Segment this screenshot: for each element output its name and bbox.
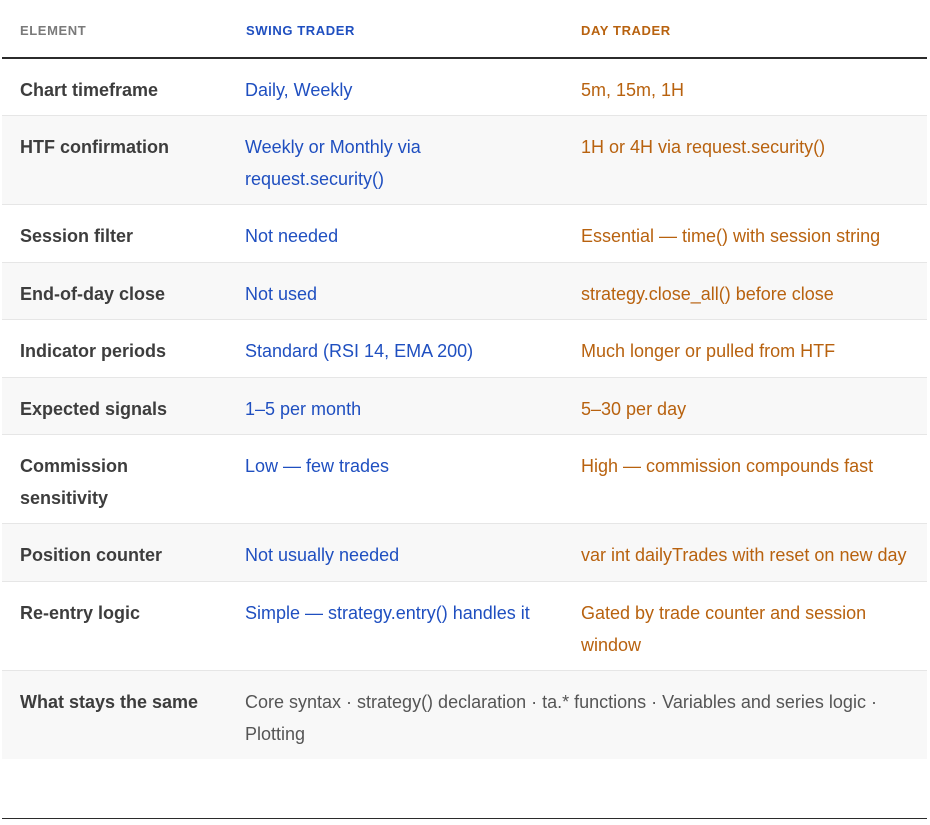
row-element-label: Position counter [20, 545, 163, 565]
row-element-label: Session filter [20, 226, 134, 246]
bottom-divider [2, 818, 927, 819]
row-swing-value: Low — few trades [245, 456, 390, 476]
table-row: Re-entry logic Simple — strategy.entry()… [2, 582, 927, 671]
row-swing-value: Standard (RSI 14, EMA 200) [245, 341, 474, 361]
row-element-label: End-of-day close [20, 284, 166, 304]
row-element-label: Expected signals [20, 399, 168, 419]
header-element: ELEMENT [20, 23, 87, 38]
header-swing-trader: SWING TRADER [246, 23, 356, 38]
table-row: Position counter Not usually needed var … [2, 524, 927, 582]
row-day-value: var int dailyTrades with reset on new da… [581, 545, 907, 565]
row-element-label: Commission sensitivity [20, 456, 129, 508]
row-swing-value: Not needed [245, 226, 339, 246]
table-row: Commission sensitivity Low — few trades … [2, 435, 927, 524]
comparison-table: ELEMENT SWING TRADER DAY TRADER Chart ti… [2, 0, 927, 759]
table-row: Session filter Not needed Essential — ti… [2, 205, 927, 263]
header-day-trader: DAY TRADER [581, 23, 671, 38]
table-row: Indicator periods Standard (RSI 14, EMA … [2, 320, 927, 378]
row-element-label: Indicator periods [20, 341, 167, 361]
row-day-value: Much longer or pulled from HTF [581, 341, 836, 361]
row-swing-value: Simple — strategy.entry() handles it [245, 603, 530, 623]
row-day-value: High — commission compounds fast [581, 456, 874, 476]
row-day-value: Gated by trade counter and session windo… [581, 603, 867, 655]
row-element-label: HTF confirmation [20, 137, 169, 157]
row-day-value: 5–30 per day [581, 399, 687, 419]
row-day-value: Essential — time() with session string [581, 226, 881, 246]
row-day-value: 1H or 4H via request.security() [581, 137, 826, 157]
row-swing-value: 1–5 per month [245, 399, 362, 419]
row-swing-value: Weekly or Monthly via request.security() [245, 137, 421, 189]
table-row: Expected signals 1–5 per month 5–30 per … [2, 378, 927, 435]
row-element-label: Chart timeframe [20, 80, 159, 100]
row-element-label: What stays the same [20, 692, 199, 712]
table-row: HTF confirmation Weekly or Monthly via r… [2, 116, 927, 205]
row-swing-value: Daily, Weekly [245, 80, 353, 100]
table-row: End-of-day close Not used strategy.close… [2, 263, 927, 320]
row-swing-value: Not used [245, 284, 318, 304]
table-header: ELEMENT SWING TRADER DAY TRADER [2, 0, 927, 59]
table-row-same: What stays the same Core syntax · strate… [2, 671, 927, 759]
row-swing-value: Not usually needed [245, 545, 400, 565]
same-summary-text: Core syntax · strategy() declaration · t… [245, 692, 877, 744]
table-row: Chart timeframe Daily, Weekly 5m, 15m, 1… [2, 59, 927, 116]
row-element-label: Re-entry logic [20, 603, 141, 623]
row-day-value: strategy.close_all() before close [581, 284, 834, 304]
row-day-value: 5m, 15m, 1H [581, 80, 685, 100]
